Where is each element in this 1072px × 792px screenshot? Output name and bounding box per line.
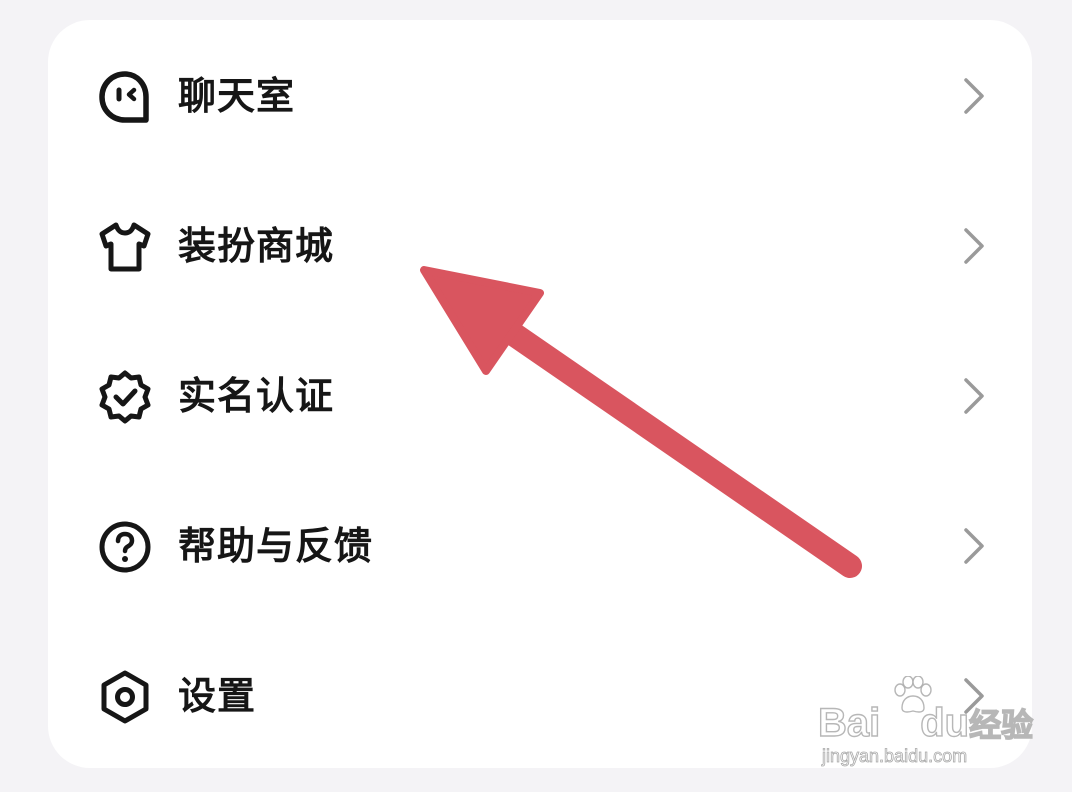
chevron-right-icon (958, 676, 988, 716)
menu-item-chatroom[interactable]: 聊天室 (48, 20, 1032, 170)
menu-item-real-name-verification[interactable]: 实名认证 (48, 320, 1032, 470)
menu-item-settings[interactable]: 设置 (48, 620, 1032, 770)
chevron-right-icon (958, 76, 988, 116)
chevron-right-icon (958, 526, 988, 566)
chat-bubble-face-icon (96, 68, 154, 126)
menu-card: 聊天室 装扮商城 实名认证 帮助与反馈 设置 (48, 20, 1032, 768)
settings-hexagon-icon (96, 668, 154, 726)
chevron-right-icon (958, 376, 988, 416)
menu-item-label: 帮助与反馈 (178, 524, 374, 568)
tshirt-icon (96, 218, 154, 276)
menu-item-label: 实名认证 (178, 374, 335, 418)
menu-item-help-feedback[interactable]: 帮助与反馈 (48, 470, 1032, 620)
verified-badge-icon (96, 368, 154, 426)
menu-item-label: 聊天室 (178, 74, 296, 118)
question-circle-icon (96, 518, 154, 576)
menu-item-label: 设置 (178, 674, 257, 718)
menu-item-dress-up-mall[interactable]: 装扮商城 (48, 170, 1032, 320)
chevron-right-icon (958, 226, 988, 266)
menu-item-label: 装扮商城 (178, 224, 335, 268)
